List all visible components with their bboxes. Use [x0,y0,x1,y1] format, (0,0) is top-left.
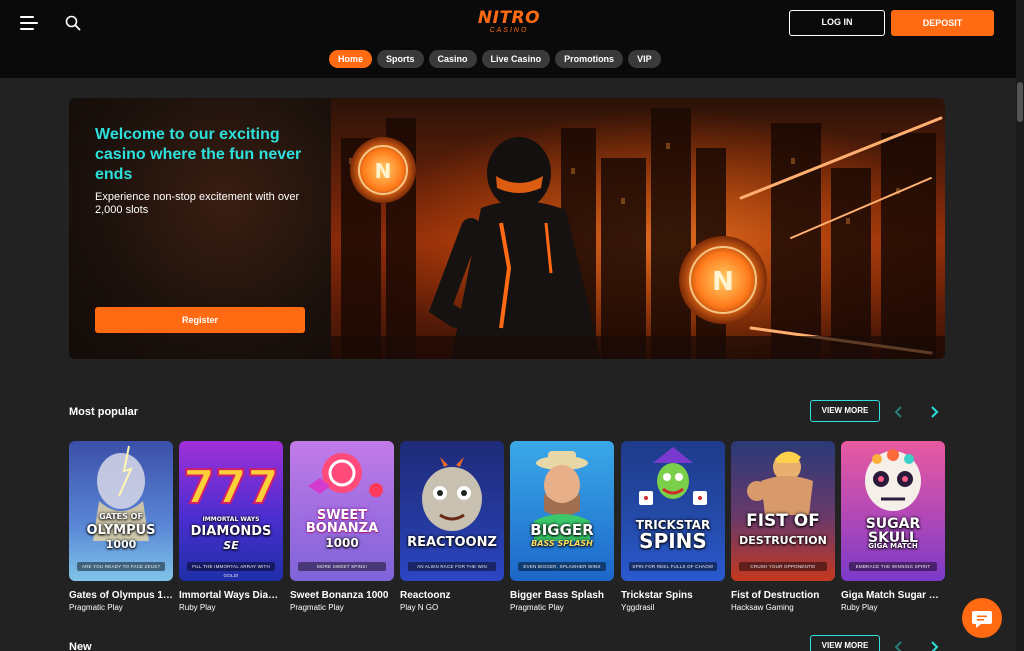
game-thumbnail[interactable]: REACTOONZ AN ALIEN RACE FOR THE WIN [400,441,504,581]
game-thumb-tagline: FILL THE IMMORTAL ARRAY WITH GOLD! [187,562,275,578]
hero-subtitle: Experience non-stop excitement with over… [95,191,300,216]
game-card[interactable]: BIGGER BASS SPLASH EVEN BIGGER, SPLASHIE… [510,441,614,612]
game-thumb-tagline: SPIN FOR REEL FULLS OF CHAOS! [629,562,717,571]
game-thumbnail[interactable]: TRICKSTAR SPINS SPIN FOR REEL FULLS OF C… [621,441,725,581]
game-thumb-line: BIGGER [530,521,594,539]
game-name[interactable]: Bigger Bass Splash [510,590,614,601]
game-card[interactable]: SWEET BONANZA 1000 MORE SWEET SPINS! Swe… [290,441,394,612]
nav-tab-sports[interactable]: Sports [377,50,424,68]
game-thumbnail[interactable]: FIST OF DESTRUCTION CRUSH YOUR OPPONENTS… [731,441,835,581]
svg-text:777: 777 [183,460,279,514]
hero-banner: Welcome to our exciting casino where the… [69,98,945,359]
game-thumb-tagline: MORE SWEET SPINS! [298,562,386,571]
deposit-button[interactable]: DEPOSIT [891,10,994,36]
game-name[interactable]: Gates of Olympus 1000 [69,590,173,601]
game-thumb-tagline: EMBRACE THE WINNING SPIRIT [849,562,937,571]
top-header: NITRO CASINO LOG IN DEPOSIT Home Sports … [0,0,1016,78]
view-more-popular-button[interactable]: VIEW MORE [810,400,880,422]
hero-text-panel: Welcome to our exciting casino where the… [69,98,331,359]
game-name[interactable]: Giga Match Sugar Skull [841,590,945,601]
game-card[interactable]: GATES OF OLYMPUS 1000 ARE YOU READY TO F… [69,441,173,612]
game-name[interactable]: Reactoonz [400,590,504,601]
game-thumb-line: GATES OF [99,512,143,521]
svg-text:N: N [712,267,734,297]
svg-text:N: N [375,159,392,183]
game-thumb-line: IMMORTAL WAYS [202,516,260,523]
logo-subtext: CASINO [489,27,529,34]
nav-tab-promotions[interactable]: Promotions [555,50,624,68]
game-provider: Pragmatic Play [510,603,564,612]
game-thumb-line: 1000 [105,538,137,551]
game-provider: Ruby Play [841,603,878,612]
game-thumb-tagline: AN ALIEN RACE FOR THE WIN [408,562,496,571]
game-thumb-line: SPINS [639,529,707,553]
game-thumbnail[interactable]: SWEET BONANZA 1000 MORE SWEET SPINS! [290,441,394,581]
logo[interactable]: NITRO CASINO [474,10,544,36]
nav-tab-vip[interactable]: VIP [628,50,661,68]
game-card[interactable]: SUGAR SKULL GIGA MATCH EMBRACE THE WINNI… [841,441,945,612]
game-name[interactable]: Immortal Ways Diamonds SE [179,590,283,601]
nav-tab-casino[interactable]: Casino [428,50,477,68]
section-title-new: New [69,641,92,651]
game-provider: Ruby Play [179,603,216,612]
login-button[interactable]: LOG IN [789,10,885,36]
game-provider: Pragmatic Play [290,603,344,612]
game-thumb-line: REACTOONZ [407,535,497,550]
logo-text: NITRO [477,8,541,28]
game-thumbnail[interactable]: BIGGER BASS SPLASH EVEN BIGGER, SPLASHIE… [510,441,614,581]
game-card[interactable]: 777 IMMORTAL WAYS DIAMONDS SE FILL THE I… [179,441,283,612]
game-thumb-tagline: CRUSH YOUR OPPONENTS! [739,562,827,571]
game-thumb-tagline: EVEN BIGGER, SPLASHIER WINS [518,562,606,571]
game-thumb-line: DIAMONDS [190,524,272,539]
register-button[interactable]: Register [95,307,305,333]
game-thumbnail[interactable]: SUGAR SKULL GIGA MATCH EMBRACE THE WINNI… [841,441,945,581]
game-thumb-line: SE [223,539,239,552]
game-name[interactable]: Fist of Destruction [731,590,835,601]
game-card[interactable]: TRICKSTAR SPINS SPIN FOR REEL FULLS OF C… [621,441,725,612]
game-thumb-tagline: ARE YOU READY TO FACE ZEUS? [77,562,165,571]
hero-illustration: N N [331,98,945,359]
game-thumb-line: SUGAR SKULL [865,516,921,546]
game-card[interactable]: FIST OF DESTRUCTION CRUSH YOUR OPPONENTS… [731,441,835,612]
chevron-right-icon[interactable] [928,406,940,418]
chevron-left-icon[interactable] [893,406,905,418]
game-thumb-line: BASS SPLASH [531,539,593,548]
popular-games-row: GATES OF OLYMPUS 1000 ARE YOU READY TO F… [69,441,949,616]
chevron-right-icon[interactable] [928,641,940,651]
game-thumbnail[interactable]: 777 IMMORTAL WAYS DIAMONDS SE FILL THE I… [179,441,283,581]
game-provider: Yggdrasil [621,603,655,612]
section-title-most-popular: Most popular [69,406,139,418]
view-more-new-button[interactable]: VIEW MORE [810,635,880,651]
page-scrollbar[interactable] [1016,0,1024,651]
game-thumb-line: FIST OF [746,511,820,531]
chevron-left-icon[interactable] [893,641,905,651]
scrollbar-thumb[interactable] [1017,82,1023,122]
game-thumb-line: SWEET BONANZA [305,508,379,536]
nav-tab-live-casino[interactable]: Live Casino [481,50,551,68]
game-name[interactable]: Trickstar Spins [621,590,725,601]
main-nav: Home Sports Casino Live Casino Promotion… [329,50,661,68]
game-provider: Hacksaw Gaming [731,603,794,612]
live-chat-button[interactable] [962,598,1002,638]
game-thumb-line: 1000 [325,536,359,550]
game-thumb-line: GIGA MATCH [868,542,918,550]
game-card[interactable]: REACTOONZ AN ALIEN RACE FOR THE WIN Reac… [400,441,504,612]
game-provider: Pragmatic Play [69,603,123,612]
search-icon[interactable] [65,15,81,31]
hero-title: Welcome to our exciting casino where the… [95,126,302,183]
chat-icon [972,611,992,628]
game-thumb-line: DESTRUCTION [739,534,827,547]
nav-tab-home[interactable]: Home [329,50,373,68]
menu-icon[interactable] [20,16,38,30]
game-thumb-line: OLYMPUS [86,523,156,538]
game-thumbnail[interactable]: GATES OF OLYMPUS 1000 ARE YOU READY TO F… [69,441,173,581]
game-provider: Play N GO [400,603,439,612]
game-name[interactable]: Sweet Bonanza 1000 [290,590,394,601]
